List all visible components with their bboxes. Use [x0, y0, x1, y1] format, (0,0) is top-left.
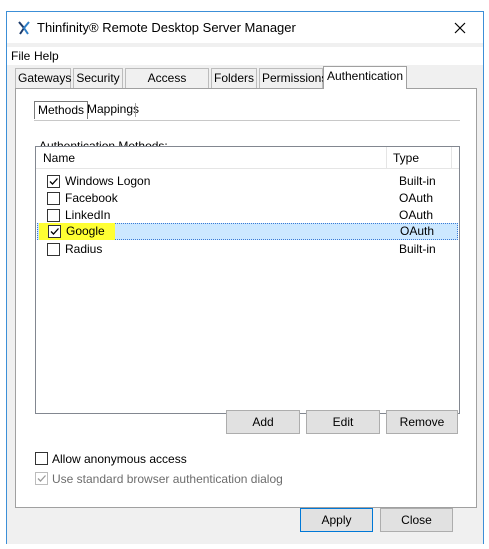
tab-security[interactable]: Security	[73, 68, 123, 88]
tab-authentication[interactable]: Authentication	[323, 66, 407, 89]
item-name: Radius	[65, 242, 103, 256]
apply-label: Apply	[321, 513, 352, 527]
item-name: Windows Logon	[65, 174, 151, 188]
item-type: Built-in	[399, 174, 436, 188]
title-bar[interactable]: Thinfinity® Remote Desktop Server Manage…	[7, 12, 483, 43]
apply-button[interactable]: Apply	[300, 508, 373, 532]
remove-button[interactable]: Remove	[386, 410, 458, 434]
item-type: OAuth	[399, 191, 434, 205]
checkbox[interactable]	[47, 175, 60, 188]
list-item[interactable]: Windows Logon Built-in	[37, 173, 458, 190]
checkbox[interactable]	[47, 209, 60, 222]
item-type: Built-in	[399, 242, 436, 256]
item-name: LinkedIn	[65, 208, 111, 222]
subtab-baseline	[34, 120, 460, 121]
subtab-mappings[interactable]: Mappings	[84, 101, 142, 119]
allow-anonymous-label[interactable]: Allow anonymous access	[52, 452, 187, 466]
close-window-button[interactable]	[437, 12, 483, 43]
standard-browser-auth-checkbox	[35, 472, 48, 485]
list-item-selected[interactable]: Google OAuth	[37, 223, 458, 240]
checkmark-icon	[37, 475, 46, 482]
item-type: OAuth	[399, 208, 434, 222]
add-button[interactable]: Add	[226, 410, 300, 434]
subtab-divider	[135, 103, 136, 117]
column-header-name[interactable]: Name	[43, 151, 75, 165]
standard-browser-auth-label: Use standard browser authentication dial…	[52, 472, 283, 486]
dialog-footer: Apply Close	[7, 508, 483, 544]
allow-anonymous-checkbox[interactable]	[35, 452, 48, 465]
checkbox[interactable]	[48, 225, 61, 238]
checkbox[interactable]	[47, 243, 60, 256]
checkbox[interactable]	[47, 192, 60, 205]
item-name: Google	[66, 224, 105, 238]
column-divider[interactable]	[386, 147, 387, 169]
menu-file[interactable]: File	[11, 49, 30, 63]
close-icon	[454, 22, 466, 33]
tab-gateways[interactable]: Gateways	[15, 68, 71, 88]
thinfinity-logo-icon	[18, 21, 30, 35]
list-header: Name Type	[36, 147, 459, 169]
list-item[interactable]: LinkedIn OAuth	[37, 207, 458, 224]
close-label: Close	[401, 513, 432, 527]
edit-button[interactable]: Edit	[306, 410, 380, 434]
item-type: OAuth	[400, 224, 435, 238]
menu-bar: File Help	[7, 47, 483, 65]
checkmark-icon	[49, 178, 58, 185]
list-item[interactable]: Facebook OAuth	[37, 190, 458, 207]
close-button[interactable]: Close	[380, 508, 453, 532]
tab-access-profiles[interactable]: Access Profiles	[125, 68, 209, 103]
auth-methods-list[interactable]: Name Type Windows Logon Built-in Faceboo…	[35, 146, 460, 414]
checkmark-icon	[50, 228, 59, 235]
subtab-methods[interactable]: Methods	[34, 101, 89, 119]
tab-permissions[interactable]: Permissions	[259, 68, 327, 88]
window-title: Thinfinity® Remote Desktop Server Manage…	[37, 20, 296, 35]
tab-folders[interactable]: Folders	[211, 68, 257, 88]
list-item[interactable]: Radius Built-in	[37, 241, 458, 258]
main-window: Thinfinity® Remote Desktop Server Manage…	[6, 11, 484, 544]
menu-help[interactable]: Help	[34, 49, 59, 63]
column-header-type[interactable]: Type	[393, 151, 419, 165]
main-tabs: Gateways Security Access Profiles Folder…	[15, 66, 479, 103]
column-divider[interactable]	[451, 147, 452, 169]
item-name: Facebook	[65, 191, 118, 205]
